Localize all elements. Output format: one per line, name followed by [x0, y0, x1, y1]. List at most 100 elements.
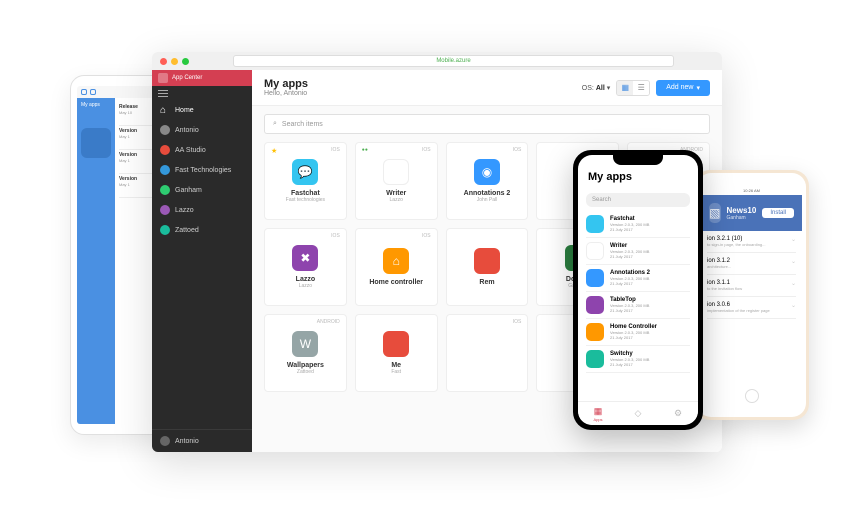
app-date: 21 July 2017: [610, 362, 690, 367]
ipx-tab-2[interactable]: ◇: [618, 402, 658, 425]
app-author: John Pall: [477, 197, 498, 203]
window-maximize-icon[interactable]: [182, 58, 189, 65]
app-icon: [383, 331, 409, 357]
app-author: Lazzo: [390, 197, 403, 203]
hero-app-author: Ganham: [727, 215, 757, 221]
window-minimize-icon[interactable]: [171, 58, 178, 65]
browser-chrome: Mobile.azure: [152, 52, 722, 70]
version-sub: architecture...: [707, 264, 791, 269]
brand-label: App Center: [172, 75, 202, 81]
app-card[interactable]: iOS◉Annotations 2John Pall: [446, 142, 529, 220]
ipx-title: My apps: [588, 171, 688, 183]
ipx-app-item[interactable]: Annotations 2Version 2.0.3, 200 MB21 Jul…: [586, 265, 690, 292]
grid-view-button[interactable]: ▦: [617, 81, 633, 95]
star-icon: ★: [271, 147, 277, 155]
nav-fwd-icon[interactable]: [90, 89, 96, 95]
app-hero: ▧ News10 Ganham Install: [701, 195, 802, 231]
window-close-icon[interactable]: [160, 58, 167, 65]
app-card[interactable]: ANDROIDWWallpapersZattoed: [264, 314, 347, 392]
version-list: ion 3.2.1 (10)to sign-in page, the onboa…: [701, 231, 802, 319]
ipx-tab-settings[interactable]: ⚙: [658, 402, 698, 425]
version-row[interactable]: ion 3.1.1to the invitation flow⌄: [707, 275, 796, 297]
chevron-down-icon: ▾: [607, 85, 611, 92]
version-sub: to sign-in page, the onboarding...: [707, 242, 791, 247]
app-author: Lazzo: [299, 283, 312, 289]
ipx-app-item[interactable]: TableTopVersion 2.0.3, 200 MB21 July 201…: [586, 292, 690, 319]
iphonex-device: My apps Search FastchatVersion 2.0.3, 20…: [573, 150, 703, 430]
app-name: Home controller: [369, 279, 423, 286]
app-icon: [474, 248, 500, 274]
app-card[interactable]: iOS: [446, 314, 529, 392]
iphone-device: 10:26 AM ▧ News10 Ganham Install ion 3.2…: [694, 170, 809, 420]
sidebar-item-lazzo[interactable]: Lazzo: [152, 200, 252, 220]
ipx-tab-apps[interactable]: ▦Apps: [578, 402, 618, 425]
apps-icon: ▦: [594, 406, 603, 417]
app-name: Rem: [479, 279, 494, 286]
page-title: My apps: [264, 78, 308, 90]
ipx-search-placeholder: Search: [592, 197, 611, 203]
sidebar-footer-user[interactable]: Antonio: [152, 429, 252, 452]
install-button[interactable]: Install: [762, 208, 794, 218]
app-icon: [586, 350, 604, 368]
ipx-app-item[interactable]: WriterVersion 2.0.3, 200 MB21 July 2017: [586, 238, 690, 265]
sidebar-item-label: Fast Technologies: [175, 167, 231, 174]
app-author: Fast: [391, 369, 401, 375]
notch: [613, 155, 663, 165]
app-card[interactable]: iOS★💬FastchatFast technologies: [264, 142, 347, 220]
app-name: Wallpapers: [287, 362, 324, 369]
home-icon: [160, 105, 170, 115]
url-bar[interactable]: Mobile.azure: [233, 55, 674, 67]
sidebar-item-ganham[interactable]: Ganham: [152, 180, 252, 200]
org-icon: [160, 185, 170, 195]
os-filter[interactable]: OS: All ▾: [582, 84, 610, 92]
version-row[interactable]: ion 3.2.1 (10)to sign-in page, the onboa…: [707, 231, 796, 253]
search-input[interactable]: ⌕ Search items: [264, 114, 710, 134]
hero-app-name: News10: [727, 206, 757, 215]
ipx-app-item[interactable]: SwitchyVersion 2.0.3, 200 MB21 July 2017: [586, 346, 690, 373]
sidebar-item-zattoed[interactable]: Zattoed: [152, 220, 252, 240]
nav-back-icon[interactable]: [81, 89, 87, 95]
app-date: 21 July 2017: [610, 308, 690, 313]
app-icon: ✖: [292, 245, 318, 271]
os-badge: iOS: [513, 147, 522, 153]
chevron-down-icon: ⌄: [791, 236, 796, 247]
app-date: 21 July 2017: [610, 281, 690, 286]
chevron-down-icon: ⌄: [791, 302, 796, 313]
sidebar-item-fast-technologies[interactable]: Fast Technologies: [152, 160, 252, 180]
sidebar: App Center HomeAntonioAA StudioFast Tech…: [152, 70, 252, 452]
org-icon: [160, 165, 170, 175]
iphone-screen: 10:26 AM ▧ News10 Ganham Install ion 3.2…: [701, 187, 802, 387]
search-placeholder: Search items: [282, 121, 323, 128]
sidebar-item-antonio[interactable]: Antonio: [152, 120, 252, 140]
diamond-icon: ◇: [635, 408, 642, 419]
hero-app-icon: ▧: [709, 203, 721, 223]
app-date: 21 July 2017: [610, 227, 690, 232]
app-card[interactable]: iOS✖LazzoLazzo: [264, 228, 347, 306]
ipx-app-item[interactable]: FastchatVersion 2.0.3, 200 MB21 July 201…: [586, 211, 690, 238]
version-sub: implementation of the register page: [707, 308, 791, 313]
add-new-button[interactable]: Add new ▾: [656, 80, 710, 96]
version-row[interactable]: ion 3.0.6implementation of the register …: [707, 297, 796, 319]
version-row[interactable]: ion 3.1.2architecture...⌄: [707, 253, 796, 275]
version-sub: to the invitation flow: [707, 286, 791, 291]
ipad-sidebar-title: My apps: [81, 102, 111, 108]
ipx-app-item[interactable]: Home ControllerVersion 2.0.3, 200 MB21 J…: [586, 319, 690, 346]
app-card[interactable]: iOS●●✎WriterLazzo: [355, 142, 438, 220]
sidebar-brand[interactable]: App Center: [152, 70, 252, 86]
home-button[interactable]: [745, 389, 759, 403]
view-toggle: ▦ ☰: [616, 80, 650, 96]
app-icon: 💬: [292, 159, 318, 185]
sidebar-item-home[interactable]: Home: [152, 100, 252, 120]
sidebar-item-aa-studio[interactable]: AA Studio: [152, 140, 252, 160]
app-card[interactable]: iOS⌂Home controller: [355, 228, 438, 306]
app-card[interactable]: MeFast: [355, 314, 438, 392]
app-name: Lazzo: [296, 276, 315, 283]
new-badge: ●●: [362, 147, 368, 153]
app-card[interactable]: Rem: [446, 228, 529, 306]
ipx-search-input[interactable]: Search: [586, 193, 690, 207]
list-view-button[interactable]: ☰: [633, 81, 649, 95]
app-name: Annotations 2: [464, 190, 511, 197]
app-author: Zattoed: [297, 369, 314, 375]
ipad-app-icon[interactable]: [81, 128, 111, 158]
sidebar-menu-toggle[interactable]: [152, 86, 252, 100]
